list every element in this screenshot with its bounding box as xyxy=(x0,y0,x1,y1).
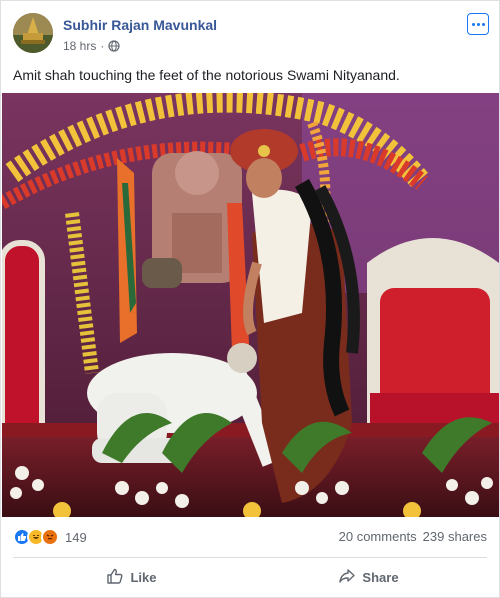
dot-icon xyxy=(471,22,475,26)
post-header: Subhir Rajan Mavunkal 18 hrs · xyxy=(13,13,489,57)
more-options-button[interactable] xyxy=(467,13,489,35)
like-label: Like xyxy=(130,569,157,585)
reaction-count: 149 xyxy=(65,529,87,545)
dot-icon xyxy=(476,22,480,26)
reaction-summary[interactable]: 149 xyxy=(13,527,87,547)
post-meta: 18 hrs · xyxy=(63,39,120,53)
author-name[interactable]: Subhir Rajan Mavunkal xyxy=(63,17,217,33)
post-text: Amit shah touching the feet of the notor… xyxy=(13,67,400,83)
globe-icon xyxy=(108,40,120,52)
post-timestamp[interactable]: 18 hrs xyxy=(63,39,96,53)
thumbs-up-icon xyxy=(106,567,124,588)
post-photo[interactable] xyxy=(2,93,499,517)
angry-icon xyxy=(41,528,59,546)
comments-count-link[interactable]: 20 comments xyxy=(339,529,417,544)
like-button[interactable]: Like xyxy=(13,561,250,593)
author-avatar[interactable] xyxy=(13,13,53,53)
divider xyxy=(13,557,487,558)
meta-separator: · xyxy=(100,39,105,53)
share-arrow-icon xyxy=(338,567,356,588)
shares-count-link[interactable]: 239 shares xyxy=(423,529,487,544)
share-button[interactable]: Share xyxy=(250,561,487,593)
dot-icon xyxy=(481,22,485,26)
share-label: Share xyxy=(362,569,399,585)
engagement-counts: 20 comments 239 shares xyxy=(339,529,487,544)
facebook-post: Subhir Rajan Mavunkal 18 hrs · Amit shah… xyxy=(0,0,500,598)
post-actions: Like Share xyxy=(13,561,487,593)
